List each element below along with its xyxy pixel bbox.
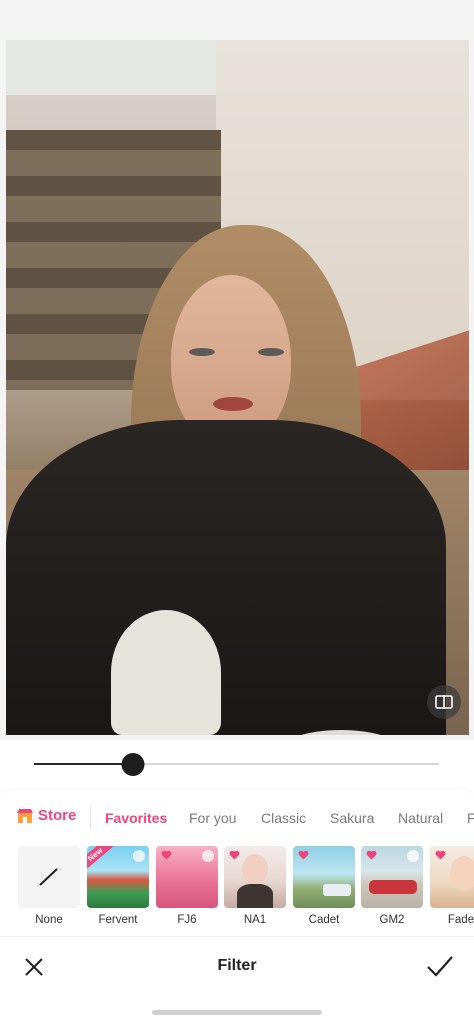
filter-category-tabs: Store Favorites For you Classic Sakura N… (0, 804, 474, 830)
filter-fade[interactable]: Fade (430, 846, 474, 926)
photo-preview (6, 40, 469, 735)
filter-preview: New (87, 846, 149, 908)
compare-split-icon[interactable] (427, 685, 461, 719)
tab-for-you[interactable]: For you (189, 810, 236, 826)
heart-icon (229, 850, 240, 860)
divider (90, 806, 91, 828)
filter-name: Fervent (98, 914, 138, 926)
home-indicator (152, 1010, 322, 1015)
filter-preview (293, 846, 355, 908)
store-label: Store (38, 807, 77, 824)
store-icon (17, 808, 33, 823)
tab-classic[interactable]: Classic (261, 810, 306, 826)
filter-fervent[interactable]: New Fervent (87, 846, 149, 926)
photo-canvas-area (0, 0, 474, 740)
slider-fill (34, 763, 133, 765)
filter-name: Fade (447, 914, 474, 926)
page-title: Filter (217, 957, 257, 974)
filter-none[interactable]: None (18, 846, 80, 926)
slider-thumb[interactable] (121, 753, 145, 776)
filter-gm2[interactable]: GM2 (361, 846, 423, 926)
check-icon[interactable] (426, 953, 454, 979)
filter-thumbnails: None New Fervent FJ6 NA1 Cadet GM2 Fade (0, 846, 474, 930)
heart-icon (435, 850, 446, 860)
filter-na1[interactable]: NA1 (224, 846, 286, 926)
none-icon (18, 846, 80, 908)
filter-fj6[interactable]: FJ6 (156, 846, 218, 926)
intensity-slider[interactable] (34, 752, 439, 776)
store-button[interactable]: Store (16, 807, 76, 824)
heart-icon (298, 850, 309, 860)
heart-icon (366, 850, 377, 860)
new-badge: New (87, 846, 115, 872)
tab-natural[interactable]: Natural (398, 810, 443, 826)
bottom-bar: Filter (0, 936, 474, 996)
filter-name: Cadet (308, 914, 340, 926)
pro-badge-icon (407, 850, 419, 862)
filter-preview (224, 846, 286, 908)
filter-cadet[interactable]: Cadet (293, 846, 355, 926)
heart-icon (161, 850, 172, 860)
filter-name: None (35, 914, 63, 926)
pro-badge-icon (202, 850, 214, 862)
filter-name: GM2 (379, 914, 405, 926)
filter-preview (156, 846, 218, 908)
tab-sakura[interactable]: Sakura (330, 810, 374, 826)
filter-name: NA1 (243, 914, 267, 926)
filter-name: FJ6 (177, 914, 197, 926)
filter-preview (430, 846, 474, 908)
filter-preview (361, 846, 423, 908)
pro-badge-icon (133, 850, 145, 862)
tab-favorites[interactable]: Favorites (105, 810, 167, 826)
tab-partial[interactable]: F (467, 810, 474, 826)
